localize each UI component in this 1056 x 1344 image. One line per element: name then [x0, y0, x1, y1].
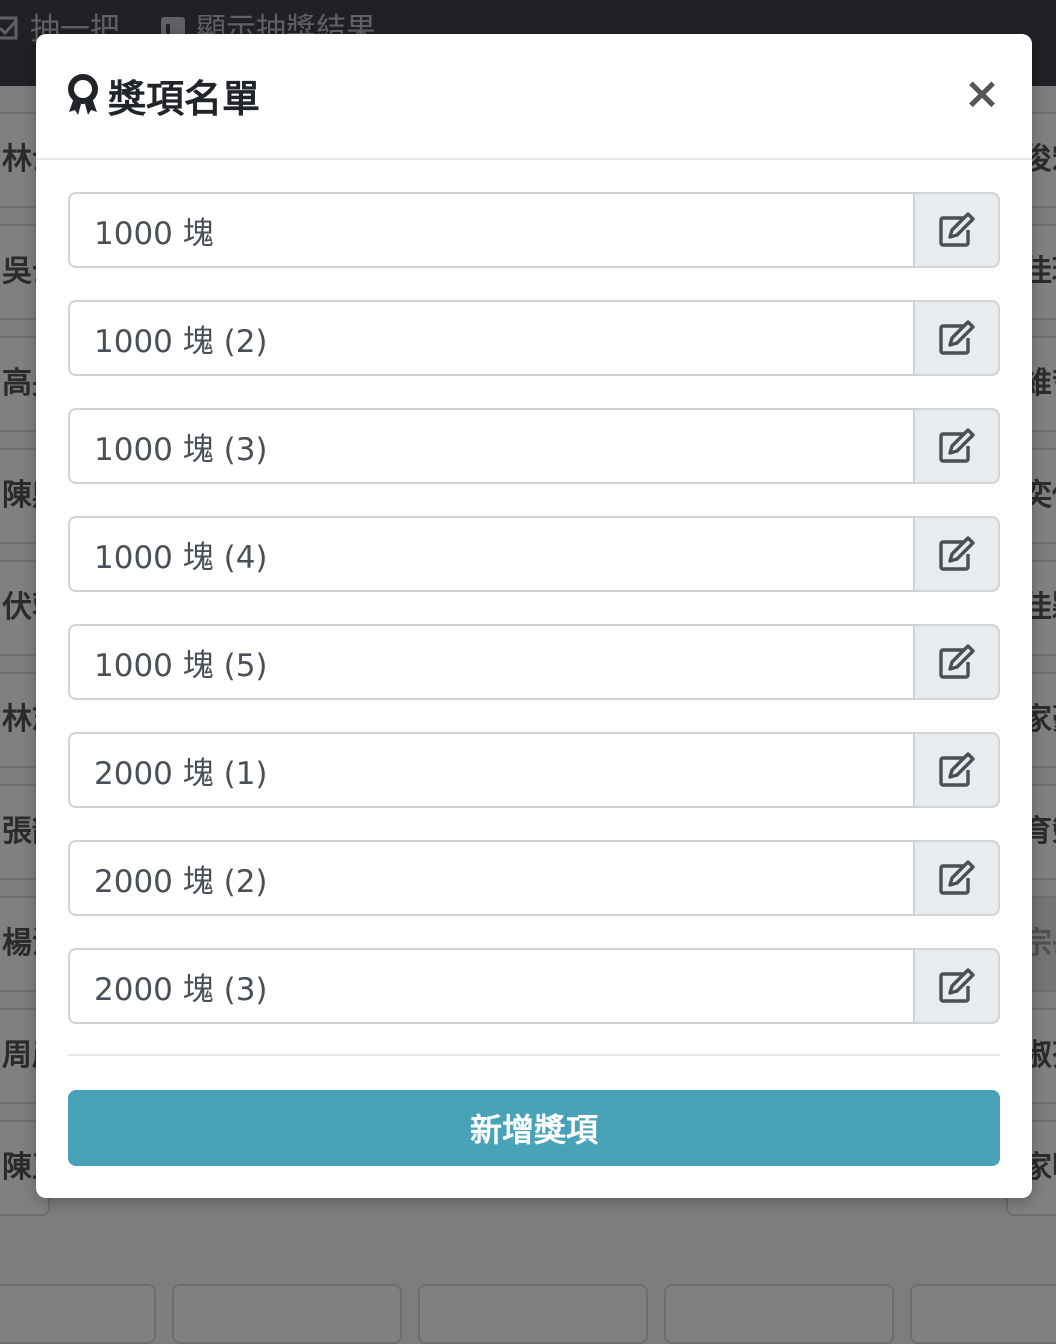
- prize-row: [68, 516, 1000, 592]
- edit-icon: [938, 752, 975, 787]
- modal-header: 獎項名單 ×: [36, 34, 1032, 160]
- prize-input[interactable]: [68, 408, 913, 484]
- edit-icon: [938, 320, 975, 355]
- modal-title: 獎項名單: [66, 71, 260, 121]
- prize-input[interactable]: [68, 624, 913, 700]
- participant-card: [910, 1284, 1056, 1344]
- participant-card: [664, 1284, 894, 1344]
- prize-input[interactable]: [68, 840, 913, 916]
- prize-row: [68, 624, 1000, 700]
- edit-icon: [938, 968, 975, 1003]
- edit-button[interactable]: [913, 300, 1000, 376]
- edit-button[interactable]: [913, 624, 1000, 700]
- edit-button[interactable]: [913, 840, 1000, 916]
- participant-card: [0, 1284, 156, 1344]
- prize-row: [68, 732, 1000, 808]
- prize-row: [68, 300, 1000, 376]
- participant-card: [172, 1284, 402, 1344]
- edit-icon: [938, 644, 975, 679]
- prize-input[interactable]: [68, 300, 913, 376]
- checkbox-icon: [0, 16, 18, 40]
- edit-button[interactable]: [913, 732, 1000, 808]
- edit-button[interactable]: [913, 192, 1000, 268]
- add-prize-button[interactable]: 新增獎項: [68, 1090, 1000, 1166]
- close-button[interactable]: ×: [962, 72, 1002, 116]
- prize-input[interactable]: [68, 516, 913, 592]
- modal-divider: [68, 1054, 1000, 1056]
- prize-row: [68, 408, 1000, 484]
- modal-title-text: 獎項名單: [108, 76, 261, 121]
- prize-list: [68, 192, 1000, 1056]
- edit-icon: [938, 536, 975, 571]
- edit-button[interactable]: [913, 408, 1000, 484]
- edit-icon: [938, 212, 975, 247]
- prize-input[interactable]: [68, 948, 913, 1024]
- edit-button[interactable]: [913, 516, 1000, 592]
- prize-input[interactable]: [68, 732, 913, 808]
- edit-icon: [938, 860, 975, 895]
- edit-button[interactable]: [913, 948, 1000, 1024]
- participant-card: [418, 1284, 648, 1344]
- prize-input[interactable]: [68, 192, 913, 268]
- prize-list-modal: 獎項名單 × 1000 塊 1000 塊 (2) 1000 塊 (3) 1000…: [36, 34, 1032, 1198]
- edit-icon: [938, 428, 975, 463]
- prize-row: [68, 840, 1000, 916]
- prize-row: [68, 948, 1000, 1024]
- prize-row: [68, 192, 1000, 268]
- award-icon: [68, 74, 98, 115]
